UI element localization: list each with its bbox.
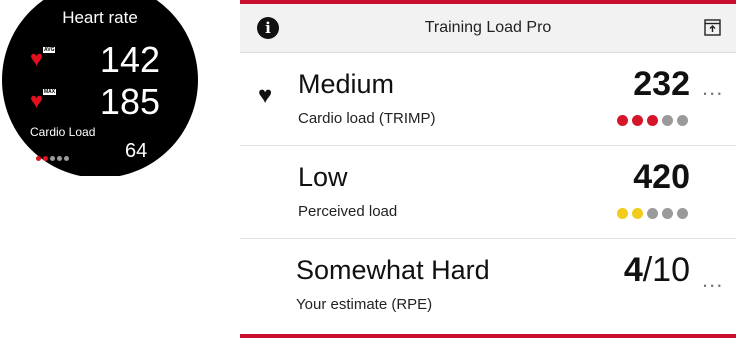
avg-heart-rate-value: 142 bbox=[99, 39, 160, 80]
cardio-load-row[interactable]: ♥ Medium Cardio load (TRIMP) 232 ... bbox=[240, 53, 736, 146]
row-value: 420 bbox=[633, 158, 690, 196]
row-subtitle: Cardio load (TRIMP) bbox=[298, 110, 436, 127]
cardio-load-value: 64 bbox=[125, 140, 148, 162]
avg-tag: AVG bbox=[43, 47, 56, 53]
rpe-score: 4 bbox=[623, 251, 643, 289]
watch-screen: Heart rate ♥ AVG 142 ♥ MAX 185 Cardio Lo… bbox=[0, 0, 200, 176]
heart-icon: ♥ bbox=[30, 88, 44, 113]
accent-bar-bottom bbox=[240, 334, 736, 338]
load-level-dots bbox=[613, 113, 688, 131]
max-heart-rate-value: 185 bbox=[99, 81, 160, 122]
heart-icon: ♥ bbox=[258, 82, 273, 109]
page-title: Training Load Pro bbox=[424, 19, 552, 36]
level-dot-filled bbox=[647, 115, 658, 126]
load-level-dots bbox=[613, 206, 688, 224]
perceived-load-row[interactable]: Low Perceived load 420 bbox=[240, 146, 736, 239]
level-dot-filled bbox=[617, 208, 628, 219]
rpe-value: 4/10 bbox=[624, 251, 690, 290]
level-dot-empty bbox=[647, 208, 658, 219]
level-dot-filled bbox=[632, 115, 643, 126]
level-dot-filled bbox=[617, 115, 628, 126]
training-load-pro-panel: i Training Load Pro ♥ Medium Cardio load… bbox=[240, 0, 736, 340]
rpe-scale: /10 bbox=[642, 251, 690, 289]
level-dot-filled bbox=[632, 208, 643, 219]
cardio-load-label: Cardio Load bbox=[30, 125, 96, 139]
level-dot-empty bbox=[662, 115, 673, 126]
avg-heart-rate-row: ♥ AVG 142 bbox=[30, 42, 160, 78]
row-subtitle: Your estimate (RPE) bbox=[296, 296, 433, 313]
export-icon[interactable] bbox=[704, 19, 721, 36]
level-dot-empty bbox=[677, 115, 688, 126]
row-title: Somewhat Hard bbox=[296, 255, 490, 285]
level-dot-empty bbox=[662, 208, 673, 219]
row-subtitle: Perceived load bbox=[298, 203, 398, 220]
more-icon[interactable]: ... bbox=[702, 75, 723, 101]
watch-title: Heart rate bbox=[62, 8, 138, 27]
level-dot-empty bbox=[64, 156, 69, 161]
heart-icon: ♥ bbox=[30, 46, 44, 71]
max-tag: MAX bbox=[43, 89, 57, 95]
app-header: i Training Load Pro bbox=[240, 4, 736, 53]
more-icon[interactable]: ... bbox=[702, 267, 723, 293]
level-dot-empty bbox=[677, 208, 688, 219]
row-value: 232 bbox=[633, 65, 690, 103]
row-title: Medium bbox=[298, 69, 395, 99]
rpe-row[interactable]: Somewhat Hard Your estimate (RPE) 4/10 .… bbox=[240, 239, 736, 331]
level-dot-filled bbox=[36, 156, 41, 161]
level-dot-filled bbox=[43, 156, 48, 161]
max-heart-rate-row: ♥ MAX 185 bbox=[30, 84, 160, 120]
level-dot-empty bbox=[50, 156, 55, 161]
row-title: Low bbox=[298, 162, 348, 192]
level-dot-empty bbox=[57, 156, 62, 161]
cardio-load-dots bbox=[36, 148, 71, 166]
